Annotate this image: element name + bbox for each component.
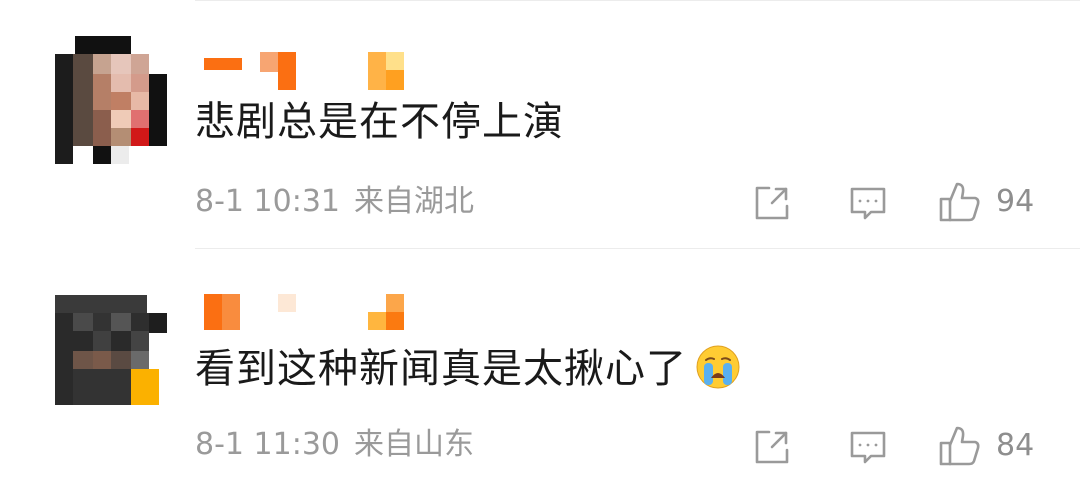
share-button[interactable]: [752, 183, 792, 223]
comment-meta: 8-1 11:30 来自山东: [195, 425, 474, 465]
comment-location: 来自湖北: [354, 184, 474, 219]
share-button[interactable]: [752, 427, 792, 467]
comment-text: 悲剧总是在不停上演: [195, 99, 564, 145]
avatar[interactable]: [55, 295, 167, 405]
username[interactable]: [200, 52, 420, 92]
comment-meta: 8-1 10:31 来自湖北: [195, 182, 474, 222]
thumbs-up-icon: [939, 182, 980, 222]
avatar[interactable]: [55, 36, 167, 164]
thumbs-up-icon: [939, 426, 980, 466]
comment-time: 8-1 10:31: [195, 184, 340, 219]
comment-text: 看到这种新闻真是太揪心了: [195, 345, 741, 394]
comment-icon: [850, 431, 886, 464]
like-button[interactable]: 94: [938, 180, 1034, 224]
reply-button[interactable]: [848, 183, 888, 223]
comment-time: 8-1 11:30: [195, 427, 340, 462]
comment-item: 悲剧总是在不停上演 8-1 10:31 来自湖北 94: [0, 0, 1080, 248]
share-icon: [755, 186, 789, 220]
crying-face-emoji: [696, 345, 740, 389]
like-count: 84: [996, 428, 1035, 463]
like-count: 94: [996, 184, 1035, 219]
share-icon: [755, 430, 789, 464]
username[interactable]: [200, 294, 420, 334]
reply-button[interactable]: [848, 427, 888, 467]
comment-item: 看到这种新闻真是太揪心了 8-1 11:30 来自山东 84: [0, 249, 1080, 488]
comment-icon: [850, 187, 886, 220]
like-button[interactable]: 84: [938, 424, 1034, 468]
comment-text-content: 看到这种新闻真是太揪心了: [195, 346, 687, 392]
comment-location: 来自山东: [354, 427, 474, 462]
